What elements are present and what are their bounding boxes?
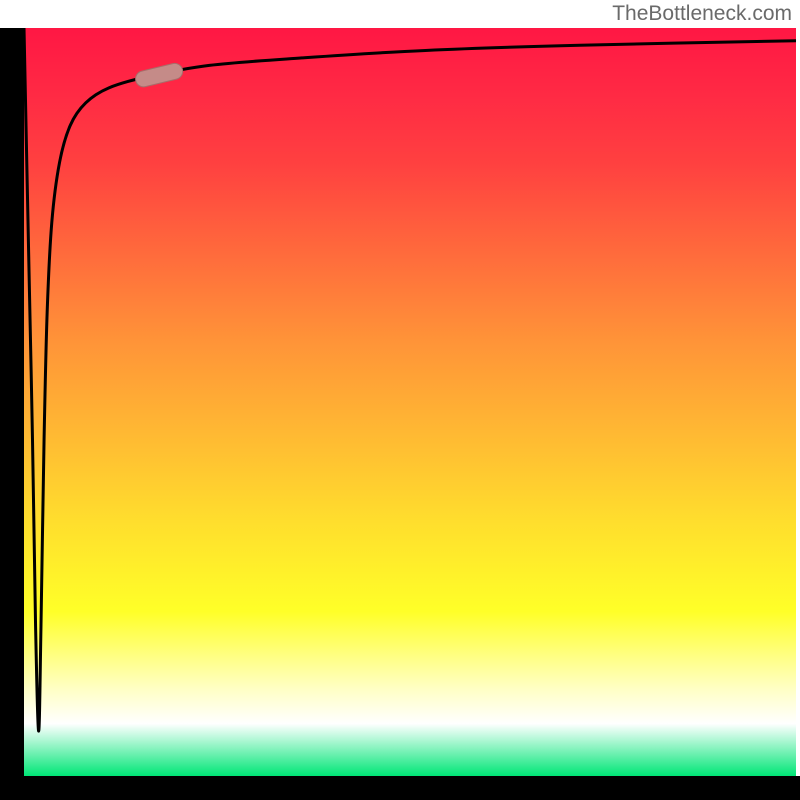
- plot-background: [24, 28, 796, 776]
- watermark-text: TheBottleneck.com: [612, 2, 792, 26]
- y-axis: [0, 28, 24, 776]
- x-axis: [0, 776, 800, 800]
